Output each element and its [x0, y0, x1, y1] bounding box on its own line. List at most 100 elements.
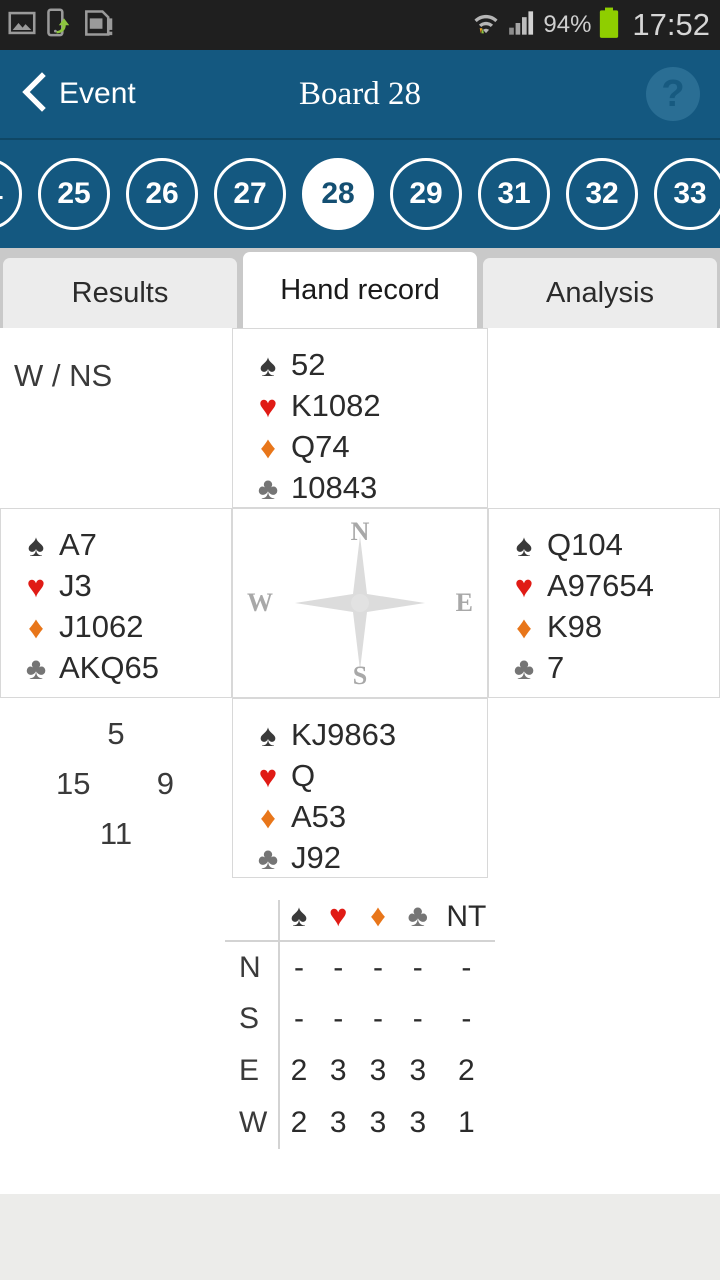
board-selector-strip[interactable]: 242526272829313233 — [0, 140, 720, 248]
app-root: 94% 17:52 Event Board 28 ? 2425262728293… — [0, 0, 720, 1280]
heart-icon: ♥ — [514, 568, 534, 604]
west-clubs-row: ♣ AKQ65 — [19, 648, 231, 688]
north-diamonds: Q74 — [291, 429, 350, 464]
board-chip-26[interactable]: 26 — [126, 158, 198, 230]
compass-star-icon — [295, 536, 425, 670]
west-spades-row: ♠ A7 — [19, 525, 231, 565]
makeable-corner-cell — [225, 900, 279, 941]
makeable-cell: 3 — [329, 1106, 347, 1139]
east-spades-row: ♠ Q104 — [507, 525, 719, 565]
board-chip-31[interactable]: 31 — [478, 158, 550, 230]
west-spades: A7 — [59, 527, 97, 562]
vulnerability-cell: W / NS — [0, 328, 232, 508]
club-icon: ♣ — [257, 470, 279, 506]
east-diamonds-row: ♦ K98 — [507, 607, 719, 647]
makeable-table-body: N-----S-----E23332W23331 — [225, 941, 495, 1149]
clock-label: 17:52 — [632, 7, 710, 42]
wifi-icon — [471, 8, 501, 43]
compass-rose: N S W E — [233, 509, 487, 697]
makeable-row: E23332 — [225, 1045, 495, 1097]
north-diamonds-row: ♦ Q74 — [251, 427, 487, 467]
board-chip-32[interactable]: 32 — [566, 158, 638, 230]
east-clubs-row: ♣ 7 — [507, 648, 719, 688]
phone-transfer-icon — [46, 7, 74, 43]
east-spades: Q104 — [547, 527, 623, 562]
back-button[interactable]: Event — [0, 71, 136, 117]
makeable-table-head: ♠ ♥ ♦ ♣ NT — [225, 900, 495, 941]
spade-icon: ♠ — [515, 527, 533, 563]
makeable-cell: - — [373, 950, 384, 984]
diamond-icon: ♦ — [28, 609, 44, 645]
makeable-seat-E: E — [239, 1054, 260, 1087]
chevron-left-icon — [22, 71, 46, 117]
spade-icon: ♠ — [27, 527, 45, 563]
makeable-cell: 3 — [369, 1106, 387, 1139]
west-hearts-row: ♥ J3 — [19, 566, 231, 606]
tab-hand-record[interactable]: Hand record — [243, 252, 477, 328]
tab-results[interactable]: Results — [3, 258, 237, 328]
help-icon[interactable]: ? — [646, 67, 700, 121]
east-diamonds: K98 — [547, 609, 603, 644]
board-chip-29[interactable]: 29 — [390, 158, 462, 230]
makeable-cell: - — [277, 993, 319, 1045]
west-hand-cell: ♠ A7 ♥ J3 ♦ J1062 ♣ AKQ65 — [0, 508, 232, 698]
south-diamonds: A53 — [291, 799, 347, 834]
compass-west-label: W — [247, 588, 273, 617]
battery-icon — [598, 7, 620, 44]
hcp-east: 9 — [156, 766, 174, 801]
makeable-cell: - — [412, 1002, 423, 1035]
hcp-cell: 5 15 9 11 — [0, 698, 232, 878]
north-clubs-row: ♣ 10843 — [251, 468, 487, 508]
vulnerability-label: W / NS — [14, 358, 113, 393]
north-hearts: K1082 — [291, 388, 381, 423]
diamond-icon: ♦ — [370, 898, 386, 933]
tab-analysis[interactable]: Analysis — [483, 258, 717, 328]
diamond-icon: ♦ — [516, 609, 532, 645]
makeable-table: ♠ ♥ ♦ ♣ NT N-----S-----E23332W23331 — [225, 900, 495, 1149]
diamond-icon: ♦ — [260, 429, 276, 465]
north-hand: ♠ 52 ♥ K1082 ♦ Q74 ♣ 10843 — [233, 329, 487, 508]
app-header: Event Board 28 ? — [0, 50, 720, 140]
makeable-cell: - — [461, 950, 472, 984]
makeable-cell: - — [277, 941, 319, 993]
club-icon: ♣ — [257, 840, 279, 876]
makeable-cell: - — [461, 1002, 472, 1035]
signal-icon — [508, 10, 536, 41]
makeable-cell: - — [333, 1002, 344, 1035]
board-chip-28[interactable]: 28 — [302, 158, 374, 230]
spade-icon: ♠ — [259, 347, 277, 383]
hcp-diamond: 5 15 9 11 — [0, 698, 232, 878]
makeable-header-row: ♠ ♥ ♦ ♣ NT — [225, 900, 495, 941]
compass-south-label: S — [352, 661, 368, 690]
status-bar-left-icons — [8, 7, 114, 43]
makeable-cell: - — [412, 950, 423, 984]
south-hand-cell: ♠ KJ9863 ♥ Q ♦ A53 ♣ J92 — [232, 698, 488, 878]
board-chip-25[interactable]: 25 — [38, 158, 110, 230]
notrump-header: NT — [446, 900, 487, 933]
makeable-contracts-table: ♠ ♥ ♦ ♣ NT N-----S-----E23332W23331 — [225, 900, 495, 1149]
east-hand-cell: ♠ Q104 ♥ A97654 ♦ K98 ♣ 7 — [488, 508, 720, 698]
back-button-label: Event — [59, 77, 136, 110]
makeable-cell: 2 — [457, 1054, 475, 1087]
makeable-cell: 3 — [409, 1106, 427, 1139]
battery-percent-label: 94% — [543, 11, 592, 38]
spade-icon: ♠ — [277, 900, 319, 941]
south-clubs: J92 — [291, 840, 341, 875]
club-icon: ♣ — [407, 898, 428, 933]
board-chip-27[interactable]: 27 — [214, 158, 286, 230]
west-hearts: J3 — [59, 568, 92, 603]
status-bar: 94% 17:52 — [0, 0, 720, 50]
heart-icon: ♥ — [258, 388, 278, 424]
makeable-cell: - — [373, 1002, 384, 1035]
top-right-spacer — [488, 328, 720, 508]
heart-icon: ♥ — [26, 568, 46, 604]
south-spades: KJ9863 — [291, 717, 397, 752]
south-hand: ♠ KJ9863 ♥ Q ♦ A53 ♣ J92 — [233, 699, 487, 878]
compass-east-label: E — [455, 588, 473, 617]
makeable-cell: - — [333, 950, 344, 984]
sdcard-warning-icon — [84, 9, 114, 42]
board-chip-24[interactable]: 24 — [0, 158, 22, 230]
makeable-cell: 2 — [277, 1045, 319, 1097]
board-chip-33[interactable]: 33 — [654, 158, 720, 230]
west-diamonds-row: ♦ J1062 — [19, 607, 231, 647]
